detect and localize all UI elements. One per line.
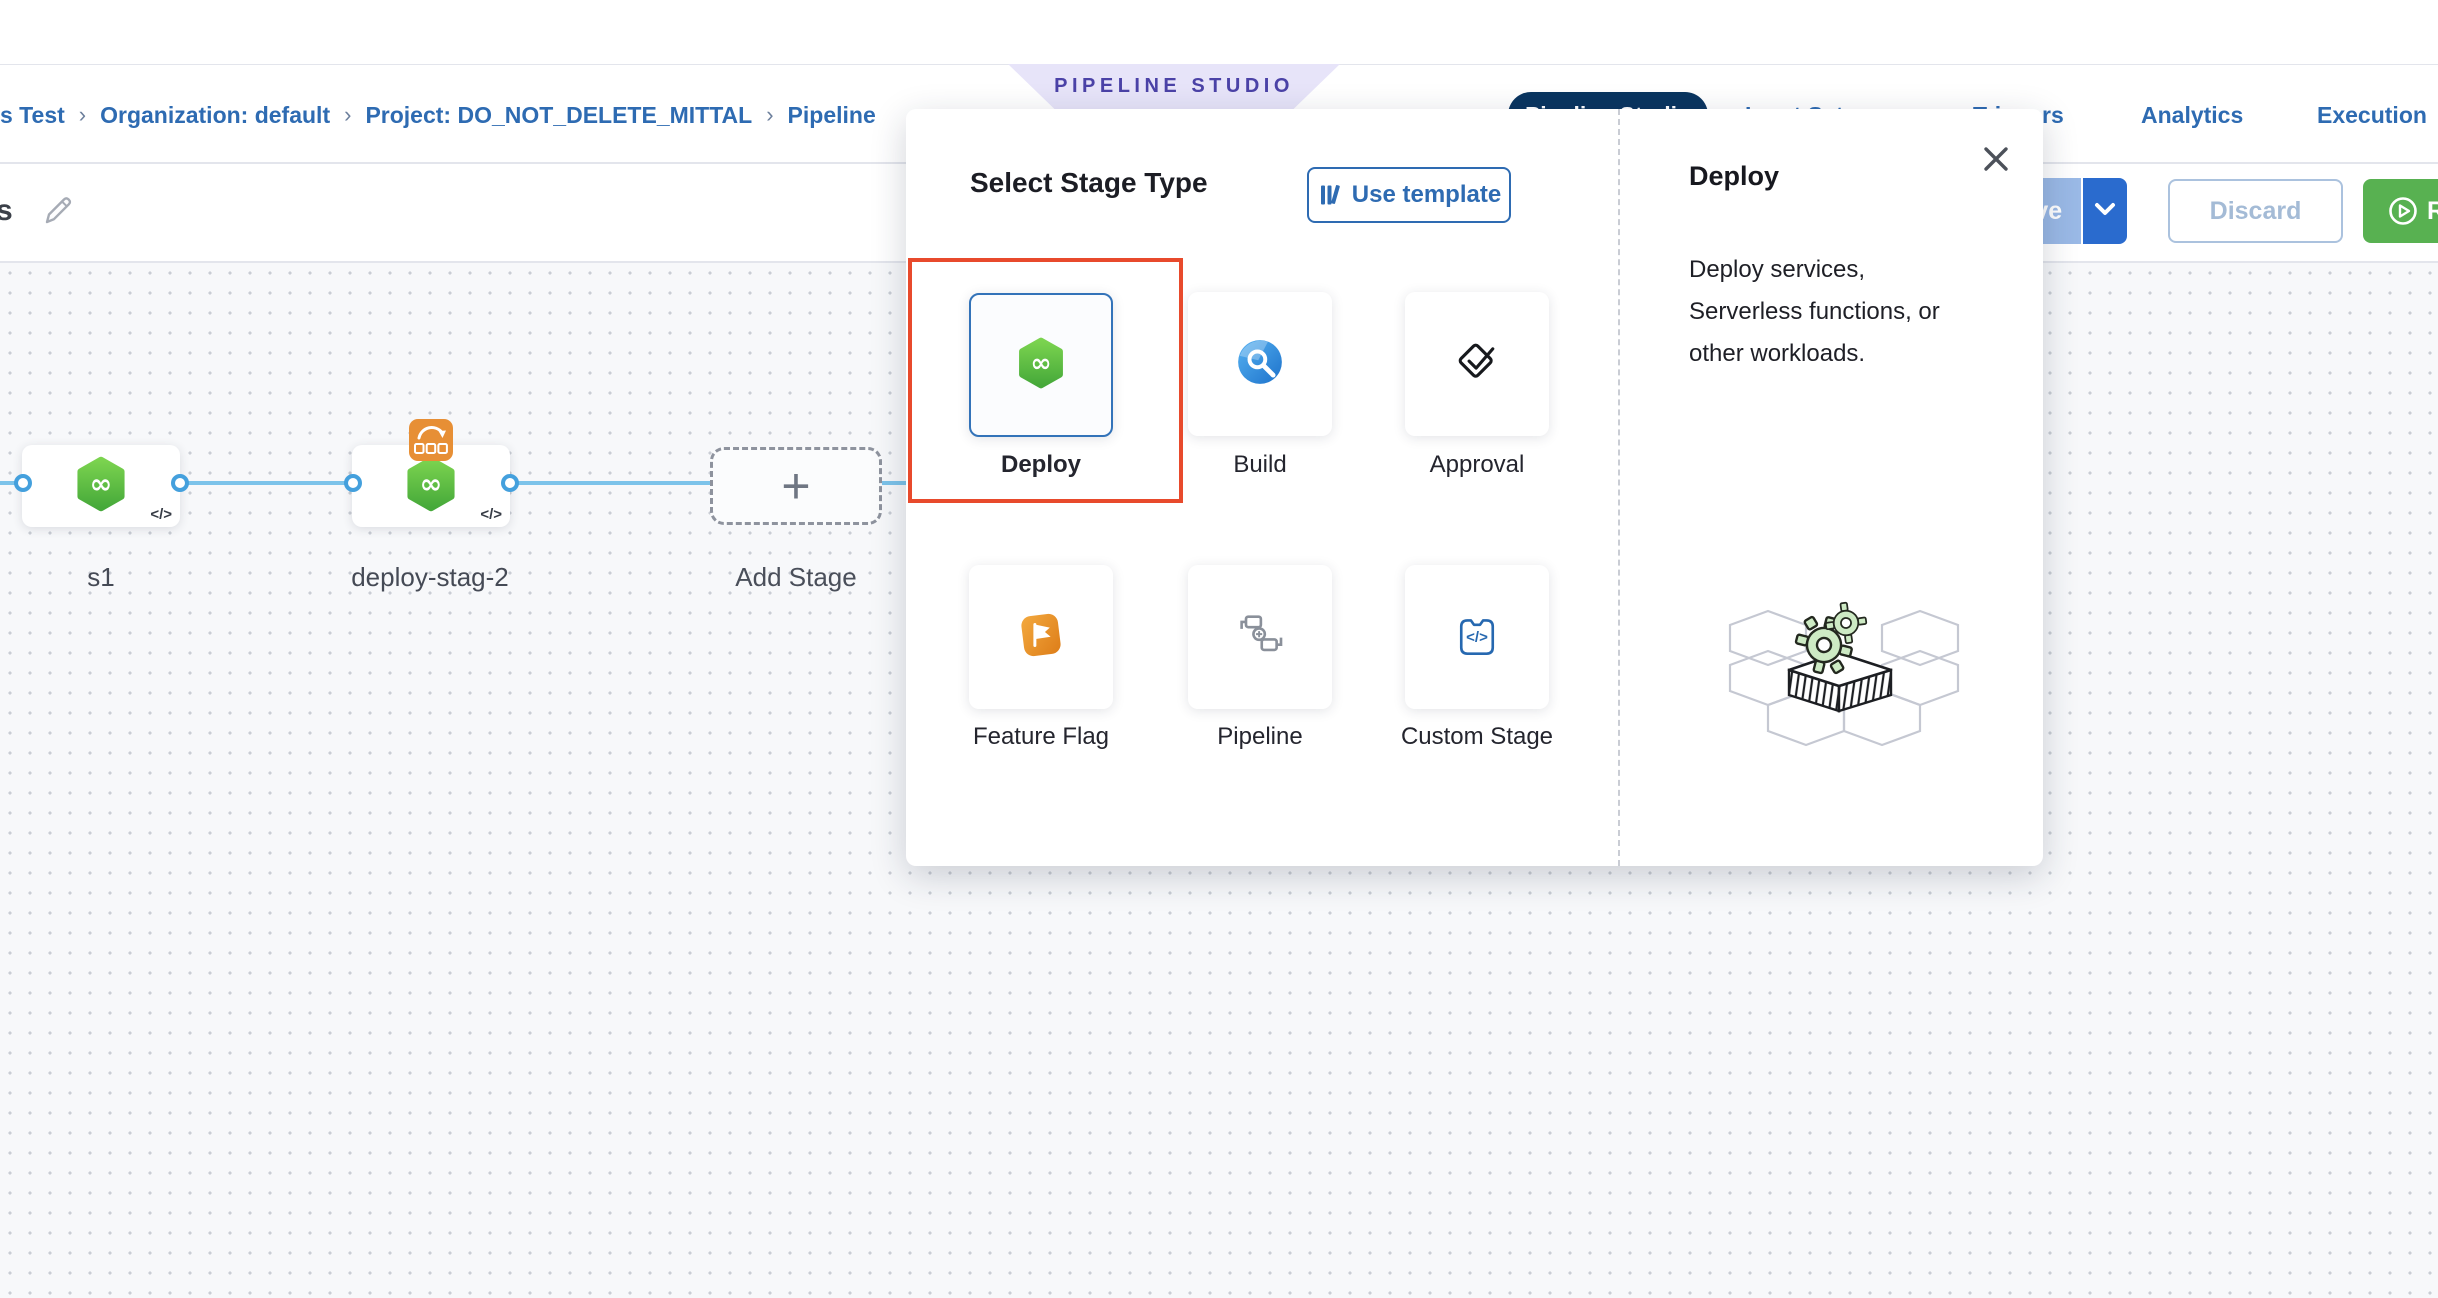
breadcrumb-separator: › bbox=[344, 102, 351, 128]
svg-text:∞: ∞ bbox=[420, 469, 443, 500]
feature-flag-icon bbox=[1013, 607, 1069, 668]
yaml-code-icon[interactable]: </> bbox=[150, 506, 172, 523]
deploy-illustration bbox=[1696, 587, 1976, 767]
breadcrumb-item-pipelines[interactable]: Pipeline bbox=[788, 102, 876, 129]
run-button[interactable]: R bbox=[2363, 179, 2438, 243]
stage-info-title: Deploy bbox=[1689, 161, 1779, 192]
custom-stage-icon: </> bbox=[1449, 609, 1505, 665]
save-options-caret[interactable] bbox=[2083, 178, 2127, 244]
breadcrumb-item-org[interactable]: Organization: default bbox=[100, 102, 330, 129]
stage-label-s1: s1 bbox=[22, 562, 180, 593]
connector-line bbox=[510, 481, 710, 485]
custom-stage-code-glyph: </> bbox=[1466, 629, 1488, 646]
node-port-left[interactable] bbox=[14, 474, 32, 492]
annotation-highlight-deploy bbox=[908, 258, 1183, 503]
breadcrumb-item-project[interactable]: Project: DO_NOT_DELETE_MITTAL bbox=[365, 102, 752, 129]
approval-check-icon bbox=[1449, 334, 1505, 395]
stage-type-approval[interactable] bbox=[1405, 292, 1549, 436]
add-stage-node[interactable]: + bbox=[710, 447, 882, 525]
template-library-icon bbox=[1317, 182, 1343, 208]
discard-button[interactable]: Discard bbox=[2168, 179, 2343, 243]
stage-type-label-custom-stage: Custom Stage bbox=[1382, 721, 1572, 752]
pipeline-studio-badge: PIPELINE STUDIO bbox=[1008, 64, 1340, 109]
breadcrumb: s Test › Organization: default › Project… bbox=[0, 100, 876, 130]
stage-type-label-build: Build bbox=[1165, 449, 1355, 480]
breadcrumb-item-account[interactable]: s Test bbox=[0, 102, 65, 129]
yaml-code-icon[interactable]: </> bbox=[480, 506, 502, 523]
connector-line bbox=[180, 481, 352, 485]
svg-text:∞: ∞ bbox=[90, 469, 113, 500]
chevron-down-icon bbox=[2094, 201, 2116, 222]
edit-pencil-icon[interactable] bbox=[40, 192, 76, 233]
stage-type-label-pipeline: Pipeline bbox=[1165, 721, 1355, 752]
stage-node-s1[interactable]: ∞ </> bbox=[22, 445, 180, 527]
run-button-label: R bbox=[2427, 197, 2438, 226]
use-template-label: Use template bbox=[1352, 181, 1501, 209]
stage-type-feature-flag[interactable] bbox=[969, 565, 1113, 709]
pipeline-chain-icon bbox=[1232, 607, 1288, 668]
modal-panel-divider bbox=[1618, 109, 1620, 866]
breadcrumb-separator: › bbox=[79, 102, 86, 128]
use-template-button[interactable]: Use template bbox=[1307, 167, 1511, 223]
stage-info-description: Deploy services, Serverless functions, o… bbox=[1689, 249, 1984, 375]
build-ci-icon bbox=[1232, 334, 1288, 395]
rollback-icon bbox=[408, 418, 454, 467]
tab-analytics[interactable]: Analytics bbox=[2141, 100, 2243, 130]
tab-executions[interactable]: Execution bbox=[2317, 100, 2427, 130]
close-icon[interactable] bbox=[1976, 139, 2016, 179]
pipeline-title-fragment: s bbox=[0, 194, 13, 228]
stage-type-build[interactable] bbox=[1188, 292, 1332, 436]
modal-title: Select Stage Type bbox=[970, 167, 1208, 199]
node-port-right[interactable] bbox=[501, 474, 519, 492]
run-play-icon bbox=[2387, 195, 2419, 227]
add-stage-label: Add Stage bbox=[707, 562, 885, 593]
breadcrumb-separator: › bbox=[766, 102, 773, 128]
plus-icon: + bbox=[781, 457, 810, 515]
stage-type-pipeline[interactable] bbox=[1188, 565, 1332, 709]
node-port-right[interactable] bbox=[171, 474, 189, 492]
cd-hexagon-icon: ∞ bbox=[72, 455, 130, 518]
stage-type-custom-stage[interactable]: </> bbox=[1405, 565, 1549, 709]
stage-label-deploy-stag-2: deploy-stag-2 bbox=[330, 562, 530, 593]
node-port-left[interactable] bbox=[344, 474, 362, 492]
stage-type-label-approval: Approval bbox=[1382, 449, 1572, 480]
connector-line bbox=[882, 481, 908, 485]
stage-type-label-feature-flag: Feature Flag bbox=[946, 721, 1136, 752]
